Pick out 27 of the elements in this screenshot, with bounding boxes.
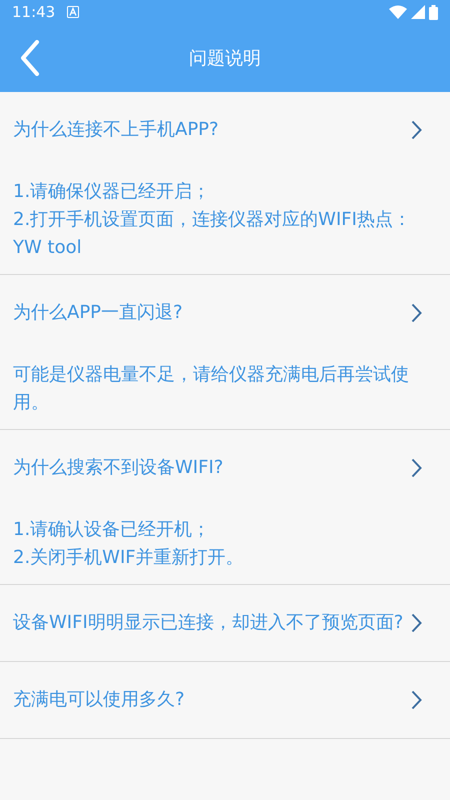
answer-text: 2.打开手机设置页面，连接仪器对应的WIFI热点：YW tool [13, 208, 412, 260]
question-text: 为什么搜索不到设备WIFI? [13, 456, 224, 480]
answer-text: 2.关闭手机WIF并重新打开。 [13, 546, 245, 570]
back-icon[interactable] [20, 40, 40, 76]
answer-text: 可能是仪器电量不足，请给仪器充满电后再尝试使用。 [13, 363, 410, 415]
page-title: 问题说明 [189, 46, 261, 70]
battery-icon [429, 4, 438, 20]
question-row[interactable]: 为什么搜索不到设备WIFI? [0, 430, 450, 506]
signal-icon [411, 5, 425, 19]
question-text: 设备WIFI明明显示已连接，却进入不了预览页面? [13, 611, 404, 635]
answer-text: 1.请确保仪器已经开启； [13, 180, 212, 204]
chevron-right-icon [411, 120, 422, 140]
question-text: 为什么APP一直闪退? [13, 301, 184, 325]
status-time: 11:43 [12, 2, 56, 23]
chevron-right-icon [411, 690, 422, 710]
question-text: 为什么连接不上手机APP? [13, 118, 220, 142]
question-text: 充满电可以使用多久? [13, 688, 186, 712]
chevron-right-icon [411, 613, 422, 633]
wifi-icon [389, 5, 407, 19]
question-row[interactable]: 充满电可以使用多久? [0, 662, 450, 738]
question-row[interactable]: 设备WIFI明明显示已连接，却进入不了预览页面? [0, 585, 450, 661]
chevron-right-icon [411, 303, 422, 323]
chevron-right-icon [411, 458, 422, 478]
question-row[interactable]: 为什么连接不上手机APP? [0, 92, 450, 168]
notification-icon [67, 6, 80, 18]
answer-text: 1.请确认设备已经开机； [13, 518, 212, 542]
question-row[interactable]: 为什么APP一直闪退? [0, 275, 450, 351]
